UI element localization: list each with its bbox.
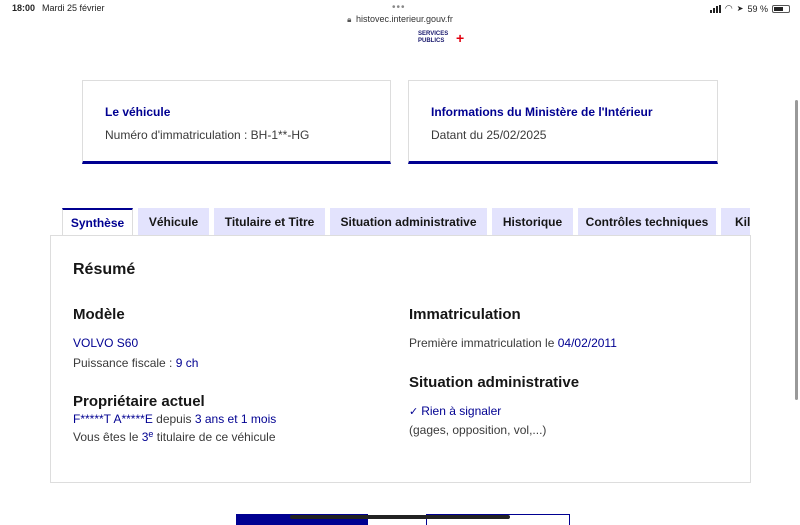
vehicle-card-title: Le véhicule <box>105 105 171 119</box>
fiscal-power-value: 9 ch <box>175 356 199 370</box>
report-tabs: Synthèse Véhicule Titulaire et Titre Sit… <box>62 208 750 236</box>
fiscal-power: Puissance fiscale : 9 ch <box>73 356 198 370</box>
wifi-icon: ◠ <box>724 3 733 13</box>
tab-situation-administrative[interactable]: Situation administrative <box>330 208 487 236</box>
registration-heading: Immatriculation <box>409 306 521 323</box>
tab-controles-techniques[interactable]: Contrôles techniques <box>578 208 716 236</box>
admin-status-detail: (gages, opposition, vol,...) <box>409 423 547 437</box>
owner-name: F*****T A*****E <box>73 412 153 426</box>
ministry-info-card: Informations du Ministère de l'Intérieur… <box>408 80 718 164</box>
first-registration: Première immatriculation le 04/02/2011 <box>409 336 617 350</box>
fiscal-power-label: Puissance fiscale : <box>73 356 176 370</box>
owner-rank-prefix: Vous êtes le <box>73 430 142 444</box>
tab-synthese[interactable]: Synthèse <box>62 208 133 236</box>
logo-line1: SERVICES <box>418 31 449 37</box>
url-text: histovec.interieur.gouv.fr <box>355 14 453 24</box>
registration-number: Numéro d'immatriculation : BH-1**-HG <box>105 128 310 142</box>
first-registration-label: Première immatriculation le <box>409 336 558 350</box>
admin-situation-heading: Situation administrative <box>409 374 580 391</box>
services-publics-logo[interactable]: SERVICES PUBLICS + <box>418 31 464 45</box>
synthese-panel: Résumé Modèle VOLVO S60 Puissance fiscal… <box>50 235 751 483</box>
vehicle-card: Le véhicule Numéro d'immatriculation : B… <box>82 80 391 164</box>
summary-title: Résumé <box>73 261 136 278</box>
logo-line2: PUBLICS <box>418 38 445 44</box>
status-date: Mardi 25 février <box>42 3 105 13</box>
admin-status-text: Rien à signaler <box>421 404 502 418</box>
owner-duration: 3 ans et 1 mois <box>194 412 277 426</box>
tab-overview-dots-icon[interactable]: ••• <box>392 2 406 13</box>
ministry-card-title: Informations du Ministère de l'Intérieur <box>431 105 653 119</box>
owner-rank: Vous êtes le 3e titulaire de ce véhicule <box>73 429 276 444</box>
tab-vehicule[interactable]: Véhicule <box>138 208 209 236</box>
status-time: 18:00 <box>12 3 36 13</box>
model-name: VOLVO S60 <box>73 336 139 350</box>
location-icon: ➤ <box>736 4 744 13</box>
owner-since-label: depuis <box>152 412 195 426</box>
first-registration-date: 04/02/2011 <box>557 336 617 350</box>
check-icon: ✓ <box>409 406 419 418</box>
model-heading: Modèle <box>73 306 125 323</box>
owner-rank-number: 3e <box>142 429 154 444</box>
logo-plus-icon: + <box>456 30 465 46</box>
tab-kilometrage[interactable]: Kil <box>721 208 750 236</box>
home-indicator[interactable] <box>290 515 510 519</box>
battery-icon <box>772 4 790 13</box>
owner-rank-suffix: titulaire de ce véhicule <box>153 430 276 444</box>
tab-titulaire-titre[interactable]: Titulaire et Titre <box>214 208 325 236</box>
status-icons: ◠ ➤ 59 % <box>709 3 790 14</box>
status-bar: 18:00 Mardi 25 février ••• 🔒︎ histovec.i… <box>0 0 800 30</box>
battery-percent: 59 % <box>747 3 768 14</box>
page-scrollbar[interactable] <box>795 100 798 400</box>
owner-info: F*****T A*****E depuis 3 ans et 1 mois <box>73 412 276 426</box>
data-date: Datant du 25/02/2025 <box>431 128 547 142</box>
tab-historique[interactable]: Historique <box>492 208 573 236</box>
admin-status: ✓ Rien à signaler <box>409 404 501 418</box>
signal-icon <box>709 4 721 13</box>
lock-icon: 🔒︎ <box>347 15 352 24</box>
owner-heading: Propriétaire actuel <box>73 393 205 410</box>
address-bar[interactable]: 🔒︎ histovec.interieur.gouv.fr <box>0 14 800 25</box>
